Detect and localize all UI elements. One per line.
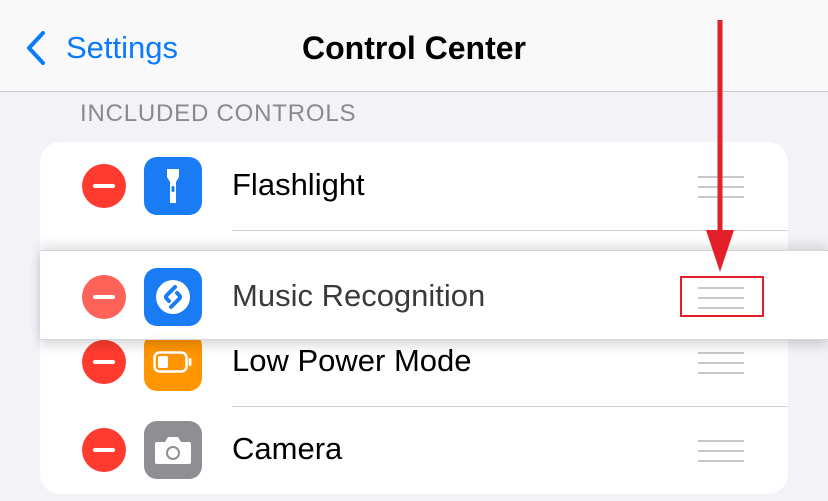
remove-button[interactable] [82,275,126,319]
remove-button[interactable] [82,428,126,472]
reorder-handle[interactable] [698,440,744,464]
reorder-handle[interactable] [698,352,744,376]
list-item-camera: Camera [40,406,788,494]
flashlight-icon [144,157,202,215]
control-center-screen: Settings Control Center INCLUDED CONTROL… [0,0,828,501]
control-label: Low Power Mode [232,343,472,378]
remove-button[interactable] [82,164,126,208]
battery-icon [144,333,202,391]
list-item-flashlight: Flashlight [40,142,788,230]
section-header: INCLUDED CONTROLS [80,100,357,127]
control-label: Flashlight [232,167,365,202]
camera-icon [144,421,202,479]
control-label: Music Recognition [232,278,486,313]
remove-button[interactable] [82,340,126,384]
control-label: Camera [232,431,343,466]
annotation-highlight-box [680,276,764,317]
shazam-icon [144,268,202,326]
annotation-arrow-icon [706,20,734,272]
